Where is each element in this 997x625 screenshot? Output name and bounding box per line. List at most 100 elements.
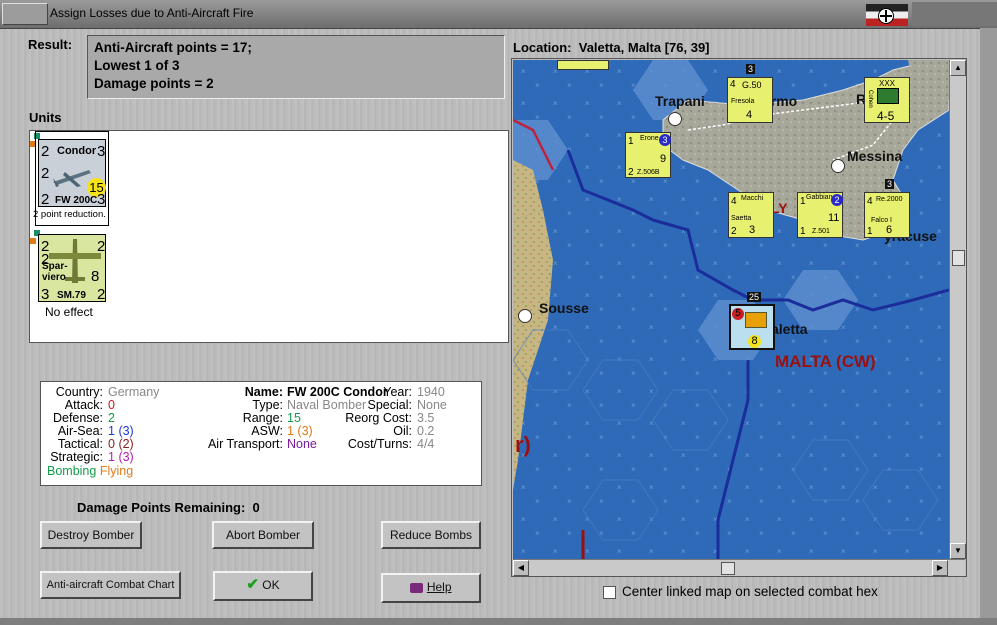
counter-value: 3 xyxy=(749,224,756,236)
destroy-bomber-button[interactable]: Destroy Bomber xyxy=(40,521,142,549)
stack-count: 25 xyxy=(747,292,762,302)
center-link-label: Center linked map on selected combat hex xyxy=(622,584,878,599)
unit-card-condor[interactable]: 2 Condor 3 2 15 2 FW 200C 3 2 point redu… xyxy=(30,131,110,226)
result-line: Lowest 1 of 3 xyxy=(94,58,180,73)
counter-name: XXX xyxy=(879,79,896,88)
counter-value: 6 xyxy=(886,224,893,236)
counter-name: Re.2000 xyxy=(876,196,903,203)
system-menu-button[interactable] xyxy=(2,3,48,25)
counter-value: 3 xyxy=(41,286,50,303)
place-messina: Messina xyxy=(847,148,903,164)
counter-name: Saetta xyxy=(731,215,752,222)
counter-value: 2 xyxy=(731,226,737,237)
port-icon xyxy=(668,112,682,126)
counter-name: Fresola xyxy=(731,98,755,105)
airsea-paren: (3) xyxy=(118,424,134,438)
port-icon xyxy=(518,309,532,323)
title-bar-right xyxy=(912,2,997,26)
map-counter-partial[interactable] xyxy=(557,60,609,70)
map-counter-malta[interactable]: 5 8 25 xyxy=(729,292,775,350)
attack-value: 0 xyxy=(108,398,115,412)
place-trapani: Trapani xyxy=(655,93,705,109)
counter-value: 8 xyxy=(748,335,761,348)
units-list: 2 Condor 3 2 15 2 FW 200C 3 2 point redu… xyxy=(29,130,509,343)
map-counter-g50[interactable]: 4 G.50 Fresola 4 3 xyxy=(727,64,773,123)
strategic-label: Strategic: xyxy=(50,450,103,464)
counter-value: 2 xyxy=(41,143,50,160)
map-counter-z501[interactable]: 1 Gabbiano 2 11 1 Z.501 xyxy=(797,192,843,238)
place-sousse: Sousse xyxy=(539,300,589,316)
bombing-tag: Bombing xyxy=(47,464,97,478)
dialog-window: Assign Losses due to Anti-Aircraft Fire … xyxy=(0,0,997,625)
result-label: Result: xyxy=(28,37,73,52)
scroll-left-button[interactable]: ◀ xyxy=(513,560,529,576)
status-marker-icon xyxy=(30,238,36,244)
location-label: Location: xyxy=(513,40,572,55)
center-link-checkbox[interactable] xyxy=(603,586,616,599)
scroll-right-button[interactable]: ▶ xyxy=(932,560,948,576)
unit-card-sparviero[interactable]: 2 2 2 Spar- viero 8 3 SM.79 2 No effect xyxy=(30,228,110,323)
counter-value: 11 xyxy=(828,212,840,224)
stack-count: 3 xyxy=(885,179,895,189)
infantry-icon xyxy=(877,88,899,104)
counter-value: 5 xyxy=(732,308,744,320)
counter-value: 4-5 xyxy=(877,109,895,123)
checkmark-icon: ✔ xyxy=(246,576,259,593)
result-line: Damage points = 2 xyxy=(94,76,214,91)
map-vertical-scrollbar[interactable]: ▲ ▼ xyxy=(949,60,966,559)
damage-remaining: Damage Points Remaining: 0 xyxy=(77,500,260,515)
counter-value-badge: 8 xyxy=(91,268,100,285)
counter-value: 2 xyxy=(97,286,106,303)
counter-value: 3 xyxy=(97,191,106,208)
status-marker-icon xyxy=(30,141,36,147)
aa-combat-chart-button[interactable]: Anti-aircraft Combat Chart xyxy=(40,571,181,599)
help-label: Help xyxy=(426,580,452,594)
counter-value: 2 xyxy=(628,167,634,178)
scroll-thumb[interactable] xyxy=(721,562,735,575)
map-counter-z506b[interactable]: 1 Erone 3 9 2 Z.506B xyxy=(625,132,671,178)
fortification-icon xyxy=(745,312,767,328)
help-button[interactable]: Help xyxy=(381,573,481,603)
window-edge xyxy=(980,28,997,625)
unit-counter[interactable]: 2 2 2 Spar- viero 8 3 SM.79 2 xyxy=(38,234,106,303)
unit-status: No effect xyxy=(45,305,93,319)
strategic-paren: (3) xyxy=(118,450,134,464)
place-valetta: aletta xyxy=(771,321,808,337)
map-counter-falco[interactable]: 4 Re.2000 Falco I 1 6 3 xyxy=(864,179,910,238)
map-counter-corps[interactable]: XXX Cohen 4-5 xyxy=(864,77,910,123)
map-counter-saetta[interactable]: 4 Macchi Saetta 2 3 xyxy=(728,192,774,238)
counter-name: Z.501 xyxy=(812,228,830,235)
counter-value: 4 xyxy=(731,196,737,207)
tactical-paren: (2) xyxy=(118,437,134,451)
ok-button[interactable]: ✔ OK xyxy=(213,571,313,601)
window-bottom-edge xyxy=(0,618,997,625)
german-flag-icon xyxy=(866,4,908,26)
port-icon xyxy=(831,159,845,173)
scroll-thumb[interactable] xyxy=(952,250,965,266)
counter-name: Z.506B xyxy=(637,169,660,176)
costturns-value: 4/4 xyxy=(417,437,435,451)
counter-name: G.50 xyxy=(742,80,762,90)
result-line: Anti-Aircraft points = 17; xyxy=(94,40,252,55)
unit-status: 2 point reduction. xyxy=(33,209,106,220)
counter-name: Erone xyxy=(640,135,659,142)
hex-map[interactable]: × × xyxy=(513,60,949,559)
counter-name: Macchi xyxy=(741,195,764,202)
counter-value: 9 xyxy=(660,153,667,165)
counter-value: 2 xyxy=(41,165,50,182)
strategic-value: 1 xyxy=(108,450,115,464)
abort-bomber-button[interactable]: Abort Bomber xyxy=(212,521,314,549)
counter-name: Cohen xyxy=(867,90,873,108)
counter-value: 1 xyxy=(800,196,806,207)
reduce-bombs-button[interactable]: Reduce Bombs xyxy=(381,521,481,549)
map-horizontal-scrollbar[interactable]: ◀ ▶ xyxy=(513,559,965,576)
scroll-up-button[interactable]: ▲ xyxy=(950,60,966,76)
unit-counter[interactable]: 2 Condor 3 2 15 2 FW 200C 3 xyxy=(38,139,106,208)
counter-value: 3 xyxy=(97,143,106,160)
scroll-down-button[interactable]: ▼ xyxy=(950,543,966,559)
counter-value: 1 xyxy=(628,136,634,147)
counter-value: 1 xyxy=(867,226,873,237)
place-malta: MALTA (CW) xyxy=(775,352,876,371)
help-book-icon xyxy=(410,582,424,593)
damage-label: Damage Points Remaining: xyxy=(77,500,246,515)
